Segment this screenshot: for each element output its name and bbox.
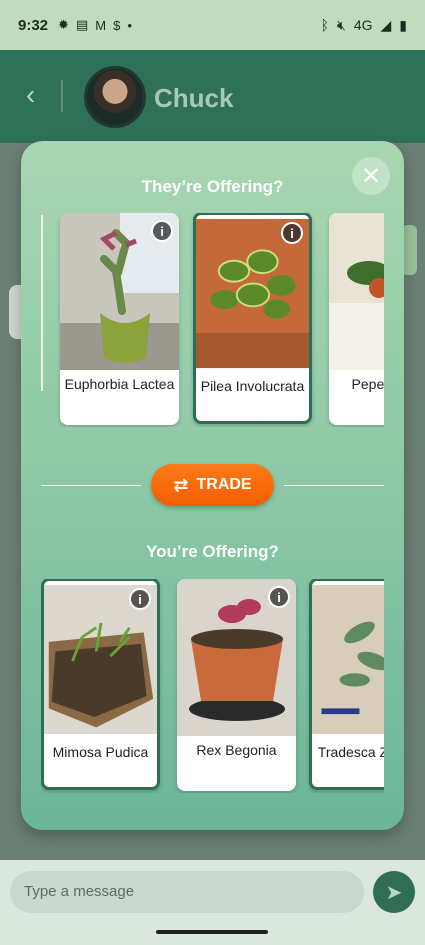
network-type: 4G bbox=[353, 17, 373, 33]
status-right-icons: ᛒ 🔇︎ 4G ◢ ▮ bbox=[321, 17, 407, 34]
status-left-icons: ✹ ▤ M $ • bbox=[58, 17, 132, 33]
plant-name: Mimosa Pudica bbox=[52, 744, 149, 760]
plant-card-tradescantia[interactable]: Tradesca Zebrin bbox=[309, 579, 384, 790]
they-offering-carousel[interactable]: i Euphorbia Lactea i Pilea Involucrata P… bbox=[41, 213, 384, 427]
plant-name: Rex Begonia bbox=[196, 742, 277, 758]
dot-icon: • bbox=[127, 17, 132, 33]
info-icon[interactable]: i bbox=[129, 588, 151, 610]
battery-icon: ▮ bbox=[399, 16, 407, 33]
chat-app-bar: ‹ Chuck bbox=[0, 50, 425, 143]
plant-card-pilea[interactable]: i Pilea Involucrata bbox=[193, 213, 312, 424]
plant-card-peperomia[interactable]: Pepe Obtus bbox=[329, 213, 384, 425]
they-offering-title: They’re Offering? bbox=[141, 177, 284, 196]
bluetooth-icon: ᛒ bbox=[320, 17, 329, 33]
mute-icon: 🔇︎ bbox=[336, 16, 346, 33]
system-nav-bar bbox=[0, 920, 425, 945]
plant-name: Pilea Involucrata bbox=[200, 378, 305, 394]
trade-modal: ✕ They’re Offering? i Euphorbia Lactea i… bbox=[21, 141, 404, 830]
message-input[interactable]: Type a message bbox=[10, 871, 364, 913]
trade-row: ⇄ TRADE bbox=[41, 463, 384, 507]
info-icon[interactable]: i bbox=[268, 586, 290, 608]
you-offering-carousel[interactable]: i Mimosa Pudica i Rex Begonia Tradesca bbox=[41, 579, 384, 793]
chat-title: Chuck bbox=[154, 83, 234, 113]
trade-label: TRADE bbox=[196, 476, 252, 493]
you-offering-title: You’re Offering? bbox=[146, 542, 279, 561]
avatar[interactable] bbox=[84, 66, 146, 128]
trade-button[interactable]: ⇄ TRADE bbox=[151, 464, 274, 506]
lightbulb-icon: ✹ bbox=[58, 17, 69, 32]
plant-card-mimosa[interactable]: i Mimosa Pudica bbox=[41, 579, 160, 790]
dollar-icon: $ bbox=[113, 17, 121, 33]
plant-name: Pepe Obtus bbox=[351, 376, 384, 392]
send-button[interactable]: ➤ bbox=[373, 871, 415, 913]
divider-line bbox=[41, 485, 141, 486]
info-icon[interactable]: i bbox=[151, 220, 173, 242]
composer-bar: Type a message ➤ bbox=[0, 860, 425, 920]
plant-photo bbox=[329, 213, 384, 370]
status-time: 9:32 bbox=[18, 16, 49, 34]
plant-photo bbox=[312, 584, 384, 735]
home-gesture-pill[interactable] bbox=[156, 930, 268, 934]
plant-card-rex-begonia[interactable]: i Rex Begonia bbox=[177, 579, 296, 791]
divider-line bbox=[284, 485, 384, 486]
send-icon: ➤ bbox=[385, 881, 403, 904]
plant-name: Euphorbia Lactea bbox=[64, 376, 175, 392]
plant-name: Tradesca Zebrin bbox=[317, 744, 384, 760]
gmail-icon: M bbox=[95, 17, 107, 33]
divider bbox=[61, 80, 63, 112]
news-icon: ▤ bbox=[75, 17, 89, 32]
info-icon[interactable]: i bbox=[281, 222, 303, 244]
back-arrow-icon[interactable]: ‹ bbox=[26, 81, 50, 109]
plant-card-euphorbia[interactable]: i Euphorbia Lactea bbox=[60, 213, 179, 425]
swap-icon: ⇄ bbox=[173, 474, 189, 495]
carousel-edge bbox=[41, 215, 43, 391]
status-bar: 9:32 ✹ ▤ M $ • ᛒ 🔇︎ 4G ◢ ▮ bbox=[0, 0, 425, 50]
signal-icon: ◢ bbox=[380, 16, 392, 33]
